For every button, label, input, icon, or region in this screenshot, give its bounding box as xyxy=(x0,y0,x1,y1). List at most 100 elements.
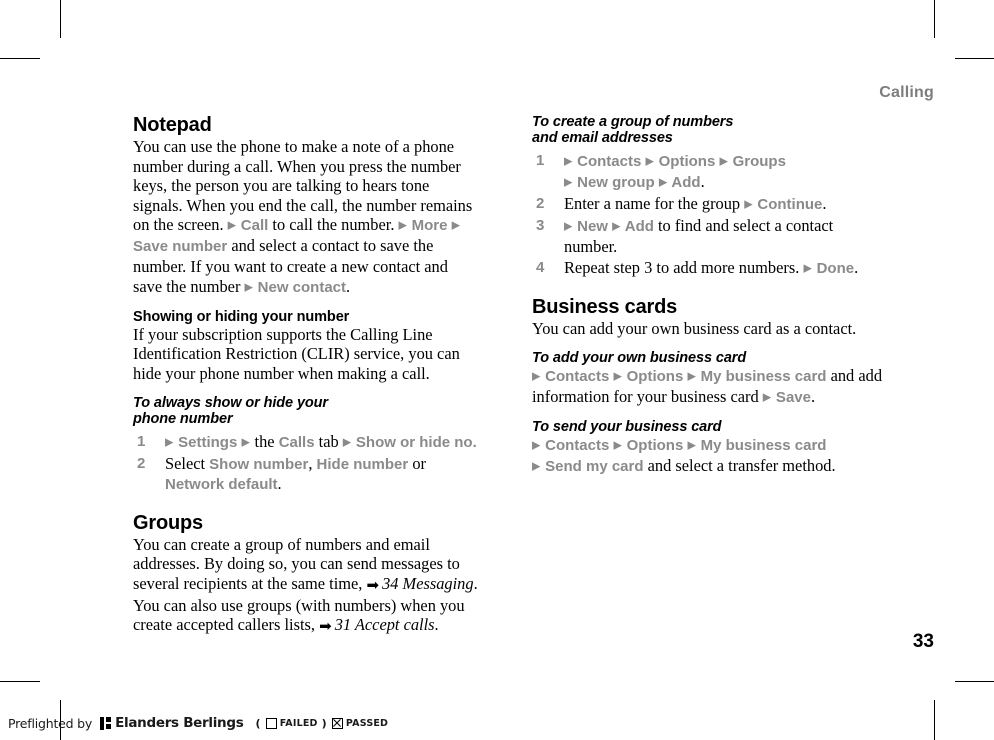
ui-term: New xyxy=(572,218,613,236)
ui-term: New contact xyxy=(253,278,347,296)
menu-arrow-icon: ▶ xyxy=(564,155,573,168)
menu-arrow-icon: ▶ xyxy=(744,198,754,211)
passed-label: PASSED xyxy=(345,717,389,729)
text-run: Repeat step 3 to add more numbers. xyxy=(564,257,804,277)
running-head: Calling xyxy=(879,84,934,101)
ui-term: Done xyxy=(812,259,855,277)
ui-term: Groups xyxy=(728,153,786,170)
preflight-prefix: Preflighted by xyxy=(8,715,93,731)
text-run: . xyxy=(346,276,351,296)
menu-arrow-icon: ▶ xyxy=(227,219,237,232)
step-number: 3 xyxy=(536,217,545,235)
text-run: to call the number. xyxy=(268,215,399,235)
section-heading-groups: Groups xyxy=(133,511,203,534)
cross-reference-text: 31 Accept calls xyxy=(334,615,435,635)
step-item: 1 ▶ Settings ▶ the Calls tab ▶ Show or hi… xyxy=(133,432,481,453)
ui-term: My business card xyxy=(696,367,827,385)
menu-arrow-icon: ▶ xyxy=(564,176,573,189)
text-run: tab xyxy=(314,431,343,451)
failed-checkbox[interactable] xyxy=(265,717,277,729)
ui-term: Network default xyxy=(165,476,278,494)
menu-arrow-icon: ▶ xyxy=(564,220,573,233)
preflight-open-paren: ( xyxy=(255,716,261,730)
text-run: . xyxy=(810,386,816,406)
text-run: . xyxy=(700,172,705,192)
preflight-close-paren: ) xyxy=(321,716,327,730)
paragraph-add-business-card-body: ▶ Contacts ▶ Options ▶ My business card … xyxy=(532,366,884,408)
failed-label: FAILED xyxy=(279,717,318,729)
step-item: 2 Enter a name for the group ▶ Continue. xyxy=(532,194,884,215)
ui-term: More xyxy=(407,217,452,235)
step-number: 2 xyxy=(137,454,146,472)
task-heading-to-always-show-or-hide-your-phone-number: To always show or hide your phone number xyxy=(133,395,481,427)
sub-heading-showing-or-hiding-your-number: Showing or hiding your number xyxy=(133,308,350,325)
ui-term: Options xyxy=(622,367,688,385)
text-run: or xyxy=(408,453,426,473)
ui-term: Calls xyxy=(278,433,315,451)
cross-reference-text: 34 Messaging xyxy=(382,574,474,593)
passed-checkbox[interactable] xyxy=(331,717,343,729)
ui-term: New group xyxy=(572,174,659,192)
ui-term: Contacts xyxy=(572,153,646,170)
text-run: You can add your own business card as a … xyxy=(532,319,857,339)
task-heading-line: To always show or hide your xyxy=(133,394,328,411)
menu-arrow-icon: ▶ xyxy=(532,370,541,383)
task-heading-to-send-your-business-card: To send your business card xyxy=(532,419,884,435)
ui-term: Add xyxy=(667,174,701,192)
elanders-logo-icon xyxy=(100,716,112,730)
task-heading-line: To create a group of numbers xyxy=(532,114,734,130)
cross-reference-arrow-icon: ➡ xyxy=(366,576,380,594)
preflight-brand: Elanders Berlings xyxy=(115,715,244,731)
task-heading-line: To send your business card xyxy=(532,418,722,435)
step-number: 2 xyxy=(536,195,545,213)
menu-arrow-icon: ▶ xyxy=(532,460,541,473)
menu-arrow-icon: ▶ xyxy=(532,439,541,452)
paragraph-notepad-body: You can use the phone to make a note of … xyxy=(133,137,481,298)
right-column: To create a group of numbers and email ad… xyxy=(532,114,884,477)
step-number: 4 xyxy=(536,258,545,276)
text-run: Select xyxy=(165,453,210,473)
step-number: 1 xyxy=(536,152,545,169)
text-run: Enter a name for the group xyxy=(564,194,745,214)
left-column: Notepad You can use the phone to make a n… xyxy=(133,114,481,637)
paragraph-groups-body: You can create a group of numbers and em… xyxy=(133,535,481,637)
task-heading-line: To add your own business card xyxy=(532,349,747,366)
ui-term: Show or hide no. xyxy=(351,433,477,451)
menu-arrow-icon: ▶ xyxy=(342,436,352,449)
menu-arrow-icon: ▶ xyxy=(762,391,772,404)
ui-term: Add xyxy=(621,218,654,236)
text-run: the xyxy=(250,431,279,451)
step-item: 3 ▶ New ▶ Add to find and select a contac… xyxy=(532,216,884,257)
ui-term: Save xyxy=(771,388,811,406)
step-number: 1 xyxy=(137,432,146,450)
task-heading-to-create-a-group-of-numbers-and-email-addresses: To create a group of numbers and email ad… xyxy=(532,114,884,146)
text-run: . xyxy=(822,194,827,214)
ui-term: Send my card xyxy=(540,457,644,475)
ui-term: Call xyxy=(236,217,269,235)
menu-arrow-icon: ▶ xyxy=(612,220,622,233)
paragraph-send-business-card-body: ▶ Contacts ▶ Options ▶ My business card ▶… xyxy=(532,435,884,477)
text-run: and select a transfer method. xyxy=(643,455,836,475)
step-item: 1 ▶ Contacts ▶ Options ▶ Groups ▶ New grou… xyxy=(532,151,884,193)
menu-arrow-icon: ▶ xyxy=(658,176,668,189)
ui-term: Contacts xyxy=(540,436,614,454)
ui-term: Continue xyxy=(753,196,823,214)
page-number: 33 xyxy=(912,631,934,652)
paragraph-business-cards-body: You can add your own business card as a … xyxy=(532,319,884,339)
ui-term: Options xyxy=(622,436,688,454)
preflight-result: ( FAILED ) PASSED xyxy=(253,717,390,730)
paragraph-clir-body: If your subscription supports the Callin… xyxy=(133,325,481,384)
manual-page: Calling Notepad You can use the phone to … xyxy=(0,0,994,740)
text-run: If your subscription supports the Callin… xyxy=(133,324,460,383)
task-heading-line: and email addresses xyxy=(532,130,673,146)
steps-create-group-steps: 1 ▶ Contacts ▶ Options ▶ Groups ▶ New grou… xyxy=(532,151,884,279)
step-item: 4 Repeat step 3 to add more numbers. ▶ Do… xyxy=(532,258,884,279)
preflight-stamp: Preflighted by Elanders Berlings ( FAILE… xyxy=(8,715,390,731)
